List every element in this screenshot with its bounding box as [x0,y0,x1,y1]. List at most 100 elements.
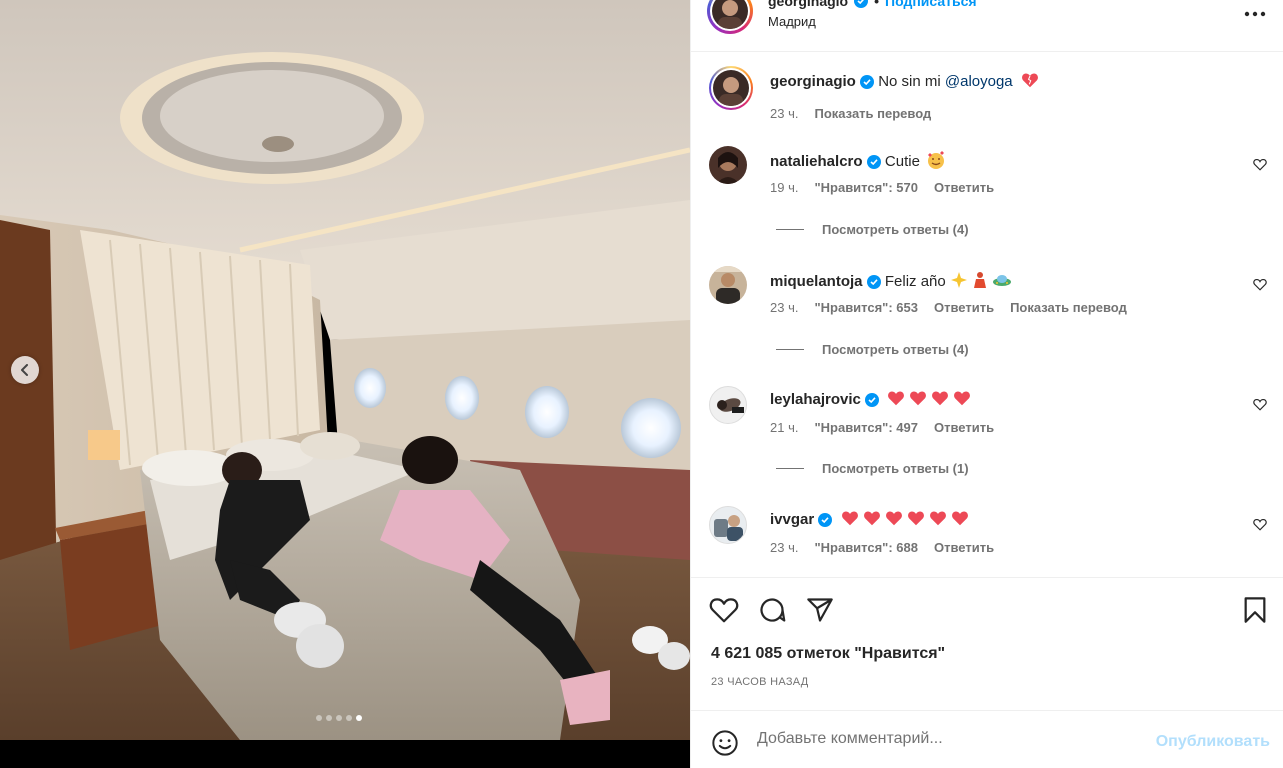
comment-row: nataliehalcro Cutie 19 ч. "Нравится": 57… [709,146,1279,202]
comment-reply-button[interactable]: Ответить [934,300,994,315]
share-button[interactable] [806,596,834,629]
author-avatar[interactable] [707,0,753,34]
comment-row: leylahajrovic 21 ч. "Нравится": 497 Отве… [709,386,1279,442]
view-replies-button[interactable]: Посмотреть ответы (4) [776,222,969,237]
comment-likes[interactable]: "Нравится": 570 [814,180,918,195]
post-photo [0,0,690,740]
red-heart-emoji-icon [863,511,880,526]
media-pagination [316,715,362,721]
publish-button[interactable]: Опубликовать [1156,733,1270,751]
heart-outline-icon [1253,518,1267,531]
comment-username[interactable]: ivvgar [770,511,814,528]
comment-bubble-icon [760,598,786,622]
caption-row: georginagio No sin mi @aloyoga 23 ч. Пок… [709,66,1279,126]
comment-time[interactable]: 23 ч. [770,300,798,315]
red-heart-emoji-icon [885,511,902,526]
comment-hearts [883,391,971,408]
comment-meta: 23 ч. "Нравится": 688 Ответить [770,540,994,555]
bookmark-icon [1244,597,1266,623]
verified-badge-icon [818,513,833,528]
comment-time[interactable]: 23 ч. [770,540,798,555]
emoji-button[interactable] [711,729,739,762]
commenter-avatar[interactable] [709,506,747,544]
more-options-button[interactable] [1244,0,1266,23]
verified-badge-icon [866,275,881,290]
comment-time[interactable]: 21 ч. [770,420,798,435]
heart-outline-icon [1253,158,1267,171]
comment-body: miquelantoja Feliz año [770,270,1240,292]
comment-reply-button[interactable]: Ответить [934,420,994,435]
comment-like-button[interactable] [1253,518,1267,536]
comment-likes[interactable]: "Нравится": 497 [814,420,918,435]
broken-heart-emoji-icon [1021,73,1038,88]
comment-meta: 21 ч. "Нравится": 497 Ответить [770,420,994,435]
comment-likes[interactable]: "Нравится": 653 [814,300,918,315]
caption-text: No sin mi [878,73,941,90]
caption-body: georginagio No sin mi @aloyoga [770,72,1240,92]
red-heart-emoji-icon [929,511,946,526]
comment-time[interactable]: 19 ч. [770,180,798,195]
verified-badge-icon [866,155,881,170]
more-horizontal-icon [1244,11,1266,17]
replies-divider [776,468,804,469]
save-button[interactable] [1243,596,1267,629]
view-replies-label: Посмотреть ответы (4) [822,222,969,237]
comment-translate-button[interactable]: Показать перевод [1010,300,1127,315]
sparkles-dancer-flying-saucer-emoji-icon [950,272,1011,288]
red-heart-emoji-icon [910,391,927,406]
red-heart-emoji-icon [841,511,858,526]
caption-time[interactable]: 23 ч. [770,106,798,121]
comment-like-button[interactable] [1253,158,1267,176]
comment-username[interactable]: nataliehalcro [770,153,863,170]
comment-reply-button[interactable]: Ответить [934,180,994,195]
commenter-avatar[interactable] [709,146,747,184]
comment-row: ivvgar 23 ч. "Нравится": 688 Ответить [709,506,1279,562]
red-heart-emoji-icon [932,391,949,406]
caption-avatar[interactable] [709,66,753,110]
like-button[interactable] [709,596,739,629]
add-comment-bar: Опубликовать [691,710,1283,768]
commenter-avatar[interactable] [709,386,747,424]
send-paper-plane-icon [807,598,833,622]
comment-likes[interactable]: "Нравится": 688 [814,540,918,555]
verified-badge-icon [865,393,880,408]
commenter-avatar[interactable] [709,266,747,304]
comment-input[interactable] [757,727,1137,751]
comment-username[interactable]: miquelantoja [770,273,863,290]
comment-like-button[interactable] [1253,278,1267,296]
post-time[interactable]: 23 ЧАСОВ НАЗАД [711,676,809,688]
view-replies-button[interactable]: Посмотреть ответы (4) [776,342,969,357]
author-username[interactable]: georginagio [768,0,848,9]
chevron-left-icon [21,364,28,376]
heart-outline-icon [709,598,739,623]
red-heart-emoji-icon [907,511,924,526]
view-replies-label: Посмотреть ответы (4) [822,342,969,357]
comment-like-button[interactable] [1253,398,1267,416]
comment-text: Cutie [884,153,920,170]
comment-reply-button[interactable]: Ответить [934,540,994,555]
comment-meta: 19 ч. "Нравится": 570 Ответить [770,180,994,195]
caption-username[interactable]: georginagio [770,73,856,90]
post-header: georginagio • Подписаться Мадрид [691,0,1283,52]
smiley-face-icon [712,730,738,756]
caption-mention[interactable]: @aloyoga [945,73,1013,90]
likes-count[interactable]: 4 621 085 отметок "Нравится" [711,645,945,663]
media-dot [336,715,342,721]
smiling-face-with-hearts-emoji-icon [928,151,945,169]
red-heart-emoji-icon [888,391,905,406]
post-side-panel: georginagio • Подписаться Мадрид georgin… [690,0,1283,768]
media-dot [316,715,322,721]
red-heart-emoji-icon [954,391,971,406]
comment-button[interactable] [758,596,786,629]
view-replies-button[interactable]: Посмотреть ответы (1) [776,461,969,476]
post-location[interactable]: Мадрид [768,14,816,29]
post-media [0,0,690,768]
follow-button[interactable]: Подписаться [885,0,977,9]
comment-text: Feliz año [884,273,946,290]
comments-list[interactable]: georginagio No sin mi @aloyoga 23 ч. Пок… [691,53,1283,577]
caption-translate-button[interactable]: Показать перевод [814,106,931,121]
previous-media-button[interactable] [11,356,39,384]
comment-username[interactable]: leylahajrovic [770,391,861,408]
media-dot [346,715,352,721]
comment-body: leylahajrovic [770,390,1240,410]
